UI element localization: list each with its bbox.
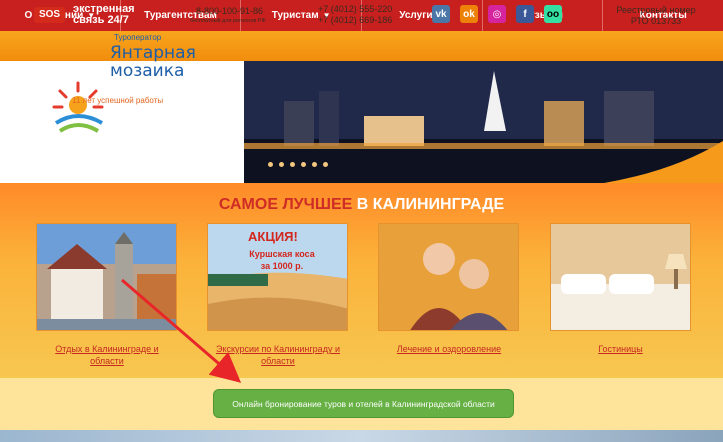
card-caption-hotels[interactable]: Гостиницы xyxy=(550,343,691,355)
phone-free-note: бесплатный для регионов РФ xyxy=(190,18,266,24)
hotel-room-image xyxy=(551,224,690,330)
sos-hotline-text: экстренная связь 24/7 xyxy=(73,4,135,26)
facebook-icon[interactable]: f xyxy=(516,5,534,23)
sos-line-2: связь 24/7 xyxy=(73,14,129,26)
card-caption-rest[interactable]: Отдых в Калининграде и области xyxy=(40,343,174,367)
phone-local-1[interactable]: +7 (4012) 555-220 xyxy=(318,4,392,15)
registry-label: Реестровый номер xyxy=(616,5,696,15)
phone-local-2[interactable]: +7 (4012) 669-186 xyxy=(318,15,392,26)
slider-dot[interactable] xyxy=(279,162,284,167)
section-title: САМОЕ ЛУЧШЕЕ В КАЛИНИНГРАДЕ xyxy=(0,196,723,214)
brand-line-2: мозаика xyxy=(110,61,185,81)
card-image-health[interactable] xyxy=(378,223,519,331)
sun-logo-icon xyxy=(52,81,104,133)
fishing-village-image xyxy=(37,224,176,330)
card-image-hotels[interactable] xyxy=(550,223,691,331)
promo-subtitle: Куршская коса за 1000 р. xyxy=(232,248,332,272)
experience-tagline: 11 лет успешной работы xyxy=(72,96,164,105)
info-bar xyxy=(0,31,723,61)
section-title-rest: В КАЛИНИНГРАДЕ xyxy=(352,196,505,213)
slider-dot[interactable] xyxy=(312,162,317,167)
brand-name: Янтарная мозаика xyxy=(110,44,196,80)
section-title-highlight: САМОЕ ЛУЧШЕЕ xyxy=(218,196,353,213)
tour-operator-label: Туроператор xyxy=(114,33,162,42)
vk-icon[interactable]: vk xyxy=(432,5,450,23)
registry-value: РТО 013733 xyxy=(630,16,682,26)
slider-dots xyxy=(268,162,328,167)
social-links: vk ok ◎ f oo xyxy=(432,5,562,23)
card-caption-excursions[interactable]: Экскурсии по Калининграду и области xyxy=(204,343,352,367)
phone-local-block: +7 (4012) 555-220 +7 (4012) 669-186 xyxy=(318,4,392,26)
slider-dot[interactable] xyxy=(290,162,295,167)
slider-dot[interactable] xyxy=(323,162,328,167)
slider-dot[interactable] xyxy=(301,162,306,167)
nav-tourists-label: Туристам xyxy=(271,10,319,21)
promo-line-2: за 1000 р. xyxy=(260,261,304,271)
registry-number: Реестровый номер РТО 013733 xyxy=(604,5,708,27)
instagram-icon[interactable]: ◎ xyxy=(488,5,506,23)
sos-badge[interactable]: SOS xyxy=(34,7,65,23)
bottom-banner-strip xyxy=(0,430,723,442)
tripadvisor-icon[interactable]: oo xyxy=(544,5,562,23)
nav-services-label: Услуги xyxy=(399,10,433,21)
promo-title: АКЦИЯ! xyxy=(248,229,298,244)
promo-line-1: Куршская коса xyxy=(249,249,315,259)
phone-free[interactable]: 8-800-100-91-86 xyxy=(196,6,263,16)
card-caption-health[interactable]: Лечение и оздоровление xyxy=(380,343,518,355)
slider-dot[interactable] xyxy=(268,162,273,167)
odnoklassniki-icon[interactable]: ok xyxy=(460,5,478,23)
online-booking-button[interactable]: Онлайн бронирование туров и отелей в Кал… xyxy=(213,389,514,418)
elderly-couple-image xyxy=(379,224,518,330)
brand-line-1: Янтарная xyxy=(110,43,196,63)
card-image-rest[interactable] xyxy=(36,223,177,331)
